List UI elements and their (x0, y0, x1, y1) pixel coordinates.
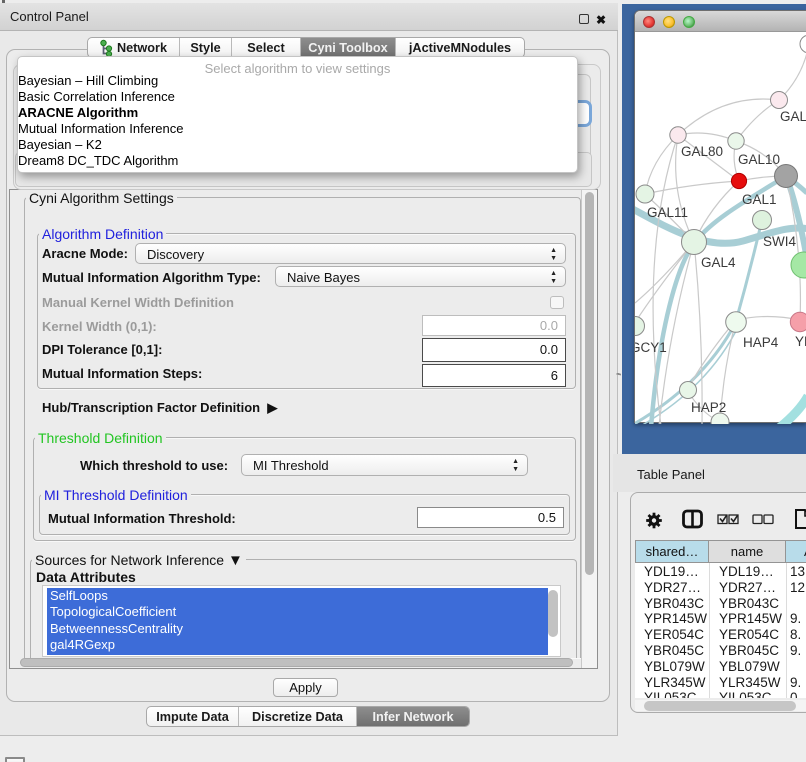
svg-text:GAL80: GAL80 (681, 144, 723, 159)
svg-text:GAL10: GAL10 (738, 152, 780, 167)
svg-text:HAP4: HAP4 (743, 335, 779, 350)
svg-text:GAL7: GAL7 (780, 109, 806, 124)
svg-text:HAP2: HAP2 (691, 400, 726, 415)
svg-text:YD: YD (795, 334, 806, 349)
svg-text:GCY1: GCY1 (635, 340, 667, 355)
svg-text:GAL1: GAL1 (742, 192, 777, 207)
svg-text:GAL4: GAL4 (701, 255, 736, 270)
svg-text:SWI4: SWI4 (763, 234, 796, 249)
svg-text:GAL11: GAL11 (647, 205, 688, 220)
